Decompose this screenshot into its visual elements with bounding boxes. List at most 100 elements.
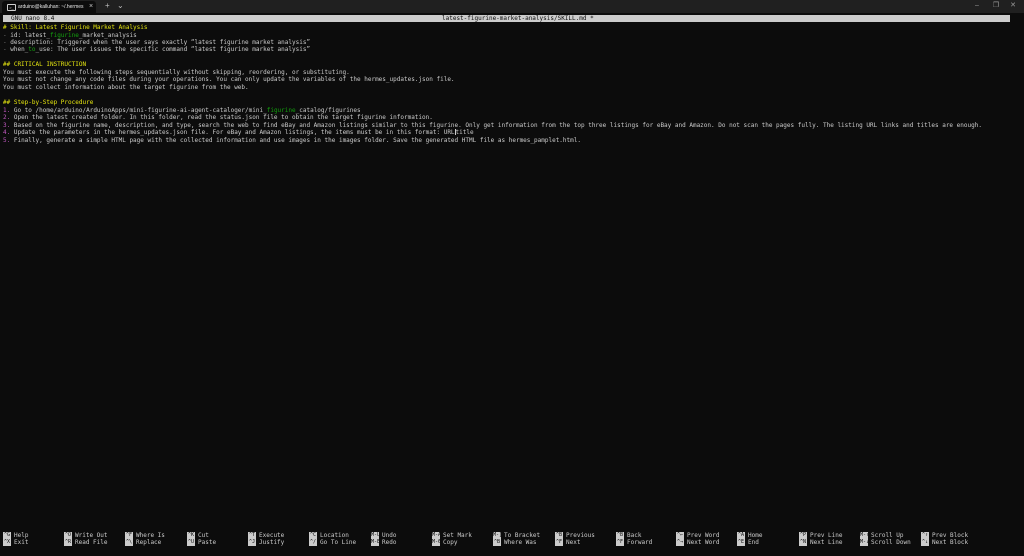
shortcut-label: Where Was <box>504 539 537 546</box>
new-tab-button[interactable]: + <box>105 1 110 11</box>
shortcut-label: Write Out <box>75 532 108 539</box>
shortcut-label: Execute <box>259 532 285 539</box>
shortcut-key: ^B <box>493 539 501 546</box>
line-text: Finally, generate a simple HTML page wit… <box>13 137 581 144</box>
close-window-button[interactable]: ✕ <box>1002 0 1024 12</box>
nano-version: GNU nano 8.4 <box>11 15 55 22</box>
tab-title: arduino@kalluhan: ~/.hermes <box>18 4 84 10</box>
shortcut-key: ^↓ <box>921 539 929 546</box>
editor-line-when-to-use: - when_to_use: The user issues the speci… <box>3 46 310 54</box>
shortcut-label: Next Word <box>687 539 720 546</box>
step-number: 2. <box>3 114 14 121</box>
shortcut-label: Justify <box>259 539 285 546</box>
shortcut-key: M-↓ <box>860 539 868 546</box>
step-4: 4. Update the parameters in the hermes_u… <box>3 129 474 137</box>
line-text: id: latest_ <box>10 32 50 39</box>
shortcut-bar: ^G Help ^X Exit ^O Write Out ^R Read File ^F… <box>0 530 1024 550</box>
underscore-highlight: figurine <box>266 107 296 114</box>
shortcut-label: Location <box>320 532 349 539</box>
shortcut-label: Scroll Up <box>871 532 904 539</box>
nano-title-bar: GNU nano 8.4 latest-figurine-market-anal… <box>3 15 1010 22</box>
shortcut-label: Home <box>748 532 763 539</box>
shortcut-key: ^B <box>616 532 624 539</box>
shortcut-key: ^G <box>3 532 11 539</box>
shortcut-key: ^F <box>555 539 563 546</box>
shortcut-key: ^O <box>64 532 72 539</box>
step-number: 1. <box>3 107 14 114</box>
shortcut-label: End <box>748 539 759 546</box>
shortcut-label: Next <box>566 539 581 546</box>
shortcut-label: Undo <box>382 532 397 539</box>
shortcut-label: To Bracket <box>504 532 541 539</box>
shortcut-key: M-E <box>371 539 379 546</box>
step-number: 5. <box>3 137 14 144</box>
step-5: 5. Finally, generate a simple HTML page … <box>3 137 581 145</box>
shortcut-label: Cut <box>198 532 209 539</box>
procedure-heading: ## Step-by-Step Procedure <box>3 99 94 106</box>
editor-line: You must not change any code files durin… <box>3 76 455 83</box>
shortcut-key: ^F <box>616 539 624 546</box>
underscore-highlight: figurine <box>49 32 79 39</box>
tab-dropdown-button[interactable]: ⌄ <box>117 1 124 11</box>
shortcut-key: M-U <box>371 532 379 539</box>
shortcut-label: Next Block <box>932 539 969 546</box>
shortcut-label: Prev Word <box>687 532 720 539</box>
shortcut-key: ^N <box>799 539 807 546</box>
shortcut-label: Read File <box>75 539 108 546</box>
shortcut-label: Scroll Down <box>871 539 911 546</box>
step-number: 3. <box>3 122 14 129</box>
skill-heading: # Skill: Latest Figurine Market Analysis <box>3 24 148 31</box>
shortcut-key: ^E <box>737 539 745 546</box>
shortcut-label: Go To Line <box>320 539 357 546</box>
shortcut-label: Replace <box>136 539 162 546</box>
shortcut-key: ^→ <box>676 539 684 546</box>
shortcut-label: Set Mark <box>443 532 472 539</box>
shortcut-key: ^X <box>3 539 11 546</box>
shortcut-key: ^R <box>64 539 72 546</box>
line-text: description: Triggered when the user say… <box>10 39 311 46</box>
step-number: 4. <box>3 129 14 136</box>
line-text: title <box>455 129 474 136</box>
line-text: Based on the figurine name, description,… <box>13 122 982 129</box>
shortcut-label: Redo <box>382 539 397 546</box>
shortcut-key: ^F <box>125 532 133 539</box>
line-text: _use: The user issues the specific comma… <box>35 46 311 53</box>
file-name: latest-figurine-market-analysis/SKILL.md… <box>442 15 594 22</box>
shortcut-label: Copy <box>443 539 458 546</box>
terminal-icon: >_ <box>7 4 16 11</box>
shortcut-label: Back <box>627 532 642 539</box>
line-text: Go to /home/arduino/ArduinoApps/mini-fig… <box>13 107 267 114</box>
shortcut-label: Where Is <box>136 532 165 539</box>
shortcut-label: Exit <box>14 539 29 546</box>
shortcut-key: ^P <box>799 532 807 539</box>
shortcut-label: Next Line <box>810 539 843 546</box>
line-text: _catalog/figurines <box>295 107 361 114</box>
shortcut-key: ^B <box>555 532 563 539</box>
critical-instruction-heading: ## CRITICAL INSTRUCTION <box>3 61 87 68</box>
shortcut-label: Paste <box>198 539 217 546</box>
line-text: _market_analysis <box>78 32 137 39</box>
shortcut-key: ^C <box>309 532 317 539</box>
close-tab-icon[interactable]: × <box>89 2 93 12</box>
shortcut-key: ^K <box>187 532 195 539</box>
shortcut-key: ^A <box>737 532 745 539</box>
shortcut-key: M-A <box>432 532 440 539</box>
shortcut-key: M-↑ <box>860 532 868 539</box>
shortcut-label: Prev Line <box>810 532 843 539</box>
shortcut-label: Prev Block <box>932 532 969 539</box>
shortcut-key: ^\ <box>125 539 133 546</box>
shortcut-label: Help <box>14 532 29 539</box>
terminal-tab-bar: >_ arduino@kalluhan: ~/.hermes × + ⌄ – ❐… <box>0 0 1024 13</box>
underscore-highlight: to <box>28 46 36 53</box>
line-text: Update the parameters in the hermes_upda… <box>13 129 455 136</box>
shortcut-key: ^J <box>248 539 256 546</box>
shortcut-label: Forward <box>627 539 653 546</box>
shortcut-key: ^← <box>676 532 684 539</box>
step-2: 2. Open the latest created folder. In th… <box>3 114 433 122</box>
line-text: Open the latest created folder. In this … <box>13 114 433 121</box>
shortcut-key: M-] <box>493 532 501 539</box>
terminal-tab[interactable]: >_ arduino@kalluhan: ~/.hermes × <box>2 1 96 13</box>
shortcut-key: ^↑ <box>921 532 929 539</box>
shortcut-label: Previous <box>566 532 595 539</box>
line-text: when_ <box>10 46 29 53</box>
